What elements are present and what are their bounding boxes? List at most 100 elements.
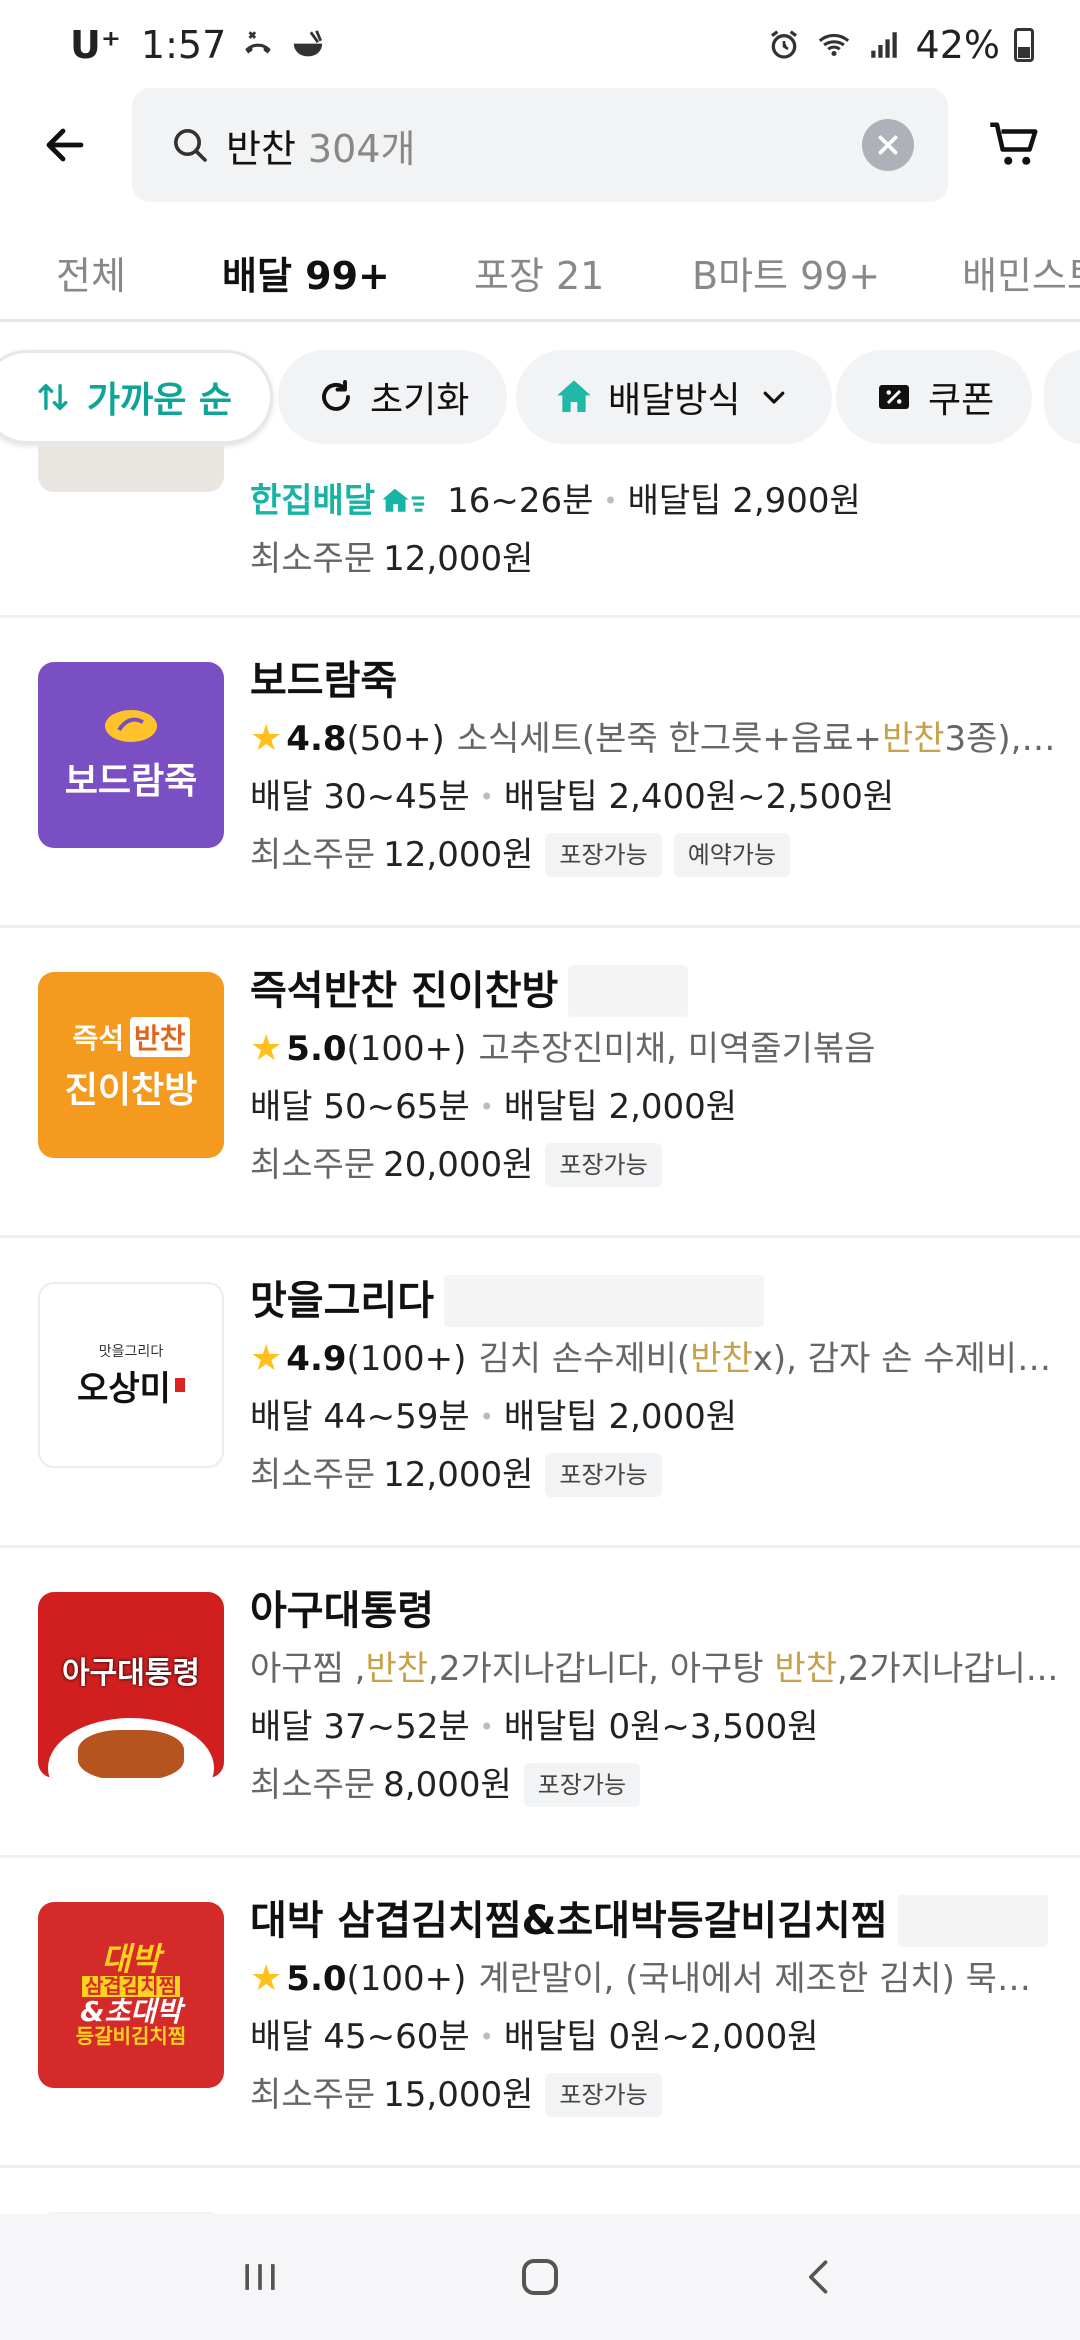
separator-dot: •	[479, 1093, 494, 1121]
store-logo-text: 삼겹김치찜	[82, 1976, 180, 1998]
review-count: (100+)	[346, 1029, 467, 1069]
menu-description: 김치 손수제비(반찬x), 감자 손 수제비(...	[478, 1339, 1060, 1379]
house-arrow-icon	[554, 377, 594, 417]
status-bar: U⁺ 1:57 42%	[0, 0, 1080, 90]
store-thumbnail: 맛을그리다 오상미	[38, 1282, 224, 1468]
tab-delivery[interactable]: 배달 99+	[222, 222, 390, 319]
list-item[interactable]: 한집배달 16~26분 • 배달팁 2,900원 최소주문 12,000원	[0, 446, 1080, 618]
min-order-value: 8,000원	[383, 1765, 512, 1805]
list-item[interactable]: 대박 삼겹김치찜 &초대박 등갈비김치찜 대박 삼겹김치찜&초대박등갈비김치찜 …	[0, 1858, 1080, 2168]
coupon-icon	[874, 377, 914, 417]
store-logo-text: 보드람죽	[64, 761, 198, 802]
search-input[interactable]: 반찬 304개	[132, 88, 948, 202]
min-order-value: 12,000원	[383, 539, 534, 579]
store-thumbnail: 보드람죽	[38, 662, 224, 848]
alarm-icon	[766, 27, 802, 63]
coupon-label: 쿠폰	[928, 380, 995, 421]
reset-chip[interactable]: 초기화	[278, 350, 508, 444]
delivery-tip: 배달팁 2,000원	[503, 1397, 738, 1437]
separator-dot: •	[479, 1403, 494, 1431]
wifi-icon	[816, 27, 852, 63]
delivery-tip: 배달팁 0원~2,000원	[503, 2017, 819, 2057]
system-back-button[interactable]	[775, 2232, 865, 2322]
cart-button[interactable]	[980, 110, 1050, 180]
store-logo-text: &초대박	[80, 1995, 182, 2029]
delivery-tip: 배달팁 2,000원	[503, 1087, 738, 1127]
tab-pickup[interactable]: 포장 21	[474, 222, 604, 319]
tab-bmart[interactable]: B마트 99+	[692, 222, 880, 319]
list-item[interactable]: 맛을그리다 오상미 맛을그리다 ★ 4.9 (100+) 김치 손수제비(반찬x…	[0, 1238, 1080, 1548]
coupon-chip[interactable]: 쿠폰	[836, 350, 1033, 444]
store-name: 맛을그리다	[250, 1278, 434, 1324]
sort-arrows-icon	[33, 377, 73, 417]
store-name: 즉석반찬 진이찬방	[250, 968, 559, 1014]
store-thumbnail	[38, 446, 224, 492]
category-tabs: 전체 배달 99+ 포장 21 B마트 99+ 배민스토	[0, 222, 1080, 322]
status-badge: 포장가능	[545, 1143, 662, 1187]
battery-icon	[1014, 28, 1034, 62]
status-badge: 포장가능	[545, 1453, 662, 1497]
star-icon: ★	[250, 1338, 283, 1379]
clear-search-button[interactable]	[862, 119, 914, 171]
min-order-label: 최소주문	[250, 2075, 376, 2115]
recent-apps-icon	[245, 2264, 275, 2290]
review-count: (50+)	[346, 719, 445, 759]
store-name: 보드람죽	[250, 658, 398, 704]
redacted-area	[897, 1895, 1048, 1947]
delivery-method-label: 배달방식	[608, 380, 741, 421]
list-item[interactable]: 보드람죽 보드람죽 ★ 4.8 (50+) 소식세트(본죽 한그릇+음료+반찬3…	[0, 618, 1080, 928]
more-chip[interactable]	[1044, 350, 1080, 444]
store-thumbnail: 대박 삼겹김치찜 &초대박 등갈비김치찜	[38, 1902, 224, 2088]
min-order-label: 최소주문	[250, 539, 376, 579]
store-name: 대박 삼겹김치찜&초대박등갈비김치찜	[250, 1898, 888, 1944]
home-button[interactable]	[495, 2232, 585, 2322]
recent-apps-button[interactable]	[215, 2232, 305, 2322]
list-item[interactable]	[0, 2168, 1080, 2214]
star-icon: ★	[250, 718, 283, 759]
star-icon: ★	[250, 1028, 283, 1069]
delivery-method-chip[interactable]: 배달방식	[516, 350, 833, 444]
separator-dot: •	[479, 1713, 494, 1741]
list-item[interactable]: 아구대통령 아구대통령 아구찜 ,반찬,2가지나갑니다, 아구탕 반찬,2가지나…	[0, 1548, 1080, 1858]
menu-description: 아구찜 ,반찬,2가지나갑니다, 아구탕 반찬,2가지나갑니...	[250, 1649, 1059, 1689]
bowl-leaf-icon	[105, 710, 157, 742]
delivery-house-icon	[382, 488, 425, 512]
store-logo-text: 아구대통령	[62, 1656, 200, 1691]
status-badge: 포장가능	[545, 833, 662, 877]
review-count: (100+)	[346, 1959, 467, 1999]
seal-icon	[174, 1378, 185, 1392]
store-thumbnail: 아구대통령	[38, 1592, 224, 1778]
sort-chip[interactable]: 가까운 순	[0, 350, 274, 444]
tab-all[interactable]: 전체	[56, 222, 126, 319]
menu-description: 고추장진미채, 미역줄기볶음	[478, 1029, 876, 1069]
store-logo-text: 진이찬방	[64, 1070, 198, 1111]
signal-icon	[866, 27, 902, 63]
store-logo-text: 오상미	[77, 1368, 171, 1409]
store-thumbnail: 즉석 반찬 진이찬방	[38, 972, 224, 1158]
delivery-time: 배달 37~52분	[250, 1707, 470, 1747]
store-rating: 5.0	[286, 1959, 347, 1999]
min-order-label: 최소주문	[250, 1455, 376, 1495]
chevron-down-icon	[754, 377, 794, 417]
delivery-tip: 배달팁 2,900원	[627, 481, 861, 521]
home-icon	[522, 2259, 558, 2295]
tab-baemin-store[interactable]: 배민스토	[962, 222, 1080, 319]
store-rating: 4.9	[286, 1339, 347, 1379]
status-badge: 포장가능	[545, 2073, 662, 2117]
food-plate-image	[48, 1718, 214, 1778]
store-logo-text: 대박	[101, 1939, 161, 1978]
arrow-left-icon	[46, 128, 84, 162]
bowl-icon	[290, 27, 326, 63]
filter-chips: 가까운 순 초기화 배달방식 쿠폰	[0, 350, 1080, 446]
redacted-area	[444, 1275, 764, 1327]
list-item[interactable]: 즉석 반찬 진이찬방 즉석반찬 진이찬방 ★ 5.0 (100+) 고추장진미채…	[0, 928, 1080, 1238]
menu-description: 소식세트(본죽 한그릇+음료+반찬3종), 3...	[456, 719, 1060, 759]
menu-description: 계란말이, (국내에서 제조한 김치) 묵은...	[478, 1959, 1060, 1999]
min-order-label: 최소주문	[250, 1145, 376, 1185]
review-count: (100+)	[346, 1339, 467, 1379]
back-button[interactable]	[30, 110, 100, 180]
search-query: 반찬	[226, 126, 296, 171]
status-badge: 포장가능	[523, 1763, 641, 1807]
store-logo-text: 등갈비김치찜	[75, 2024, 187, 2049]
delivery-time: 배달 44~59분	[250, 1397, 470, 1437]
